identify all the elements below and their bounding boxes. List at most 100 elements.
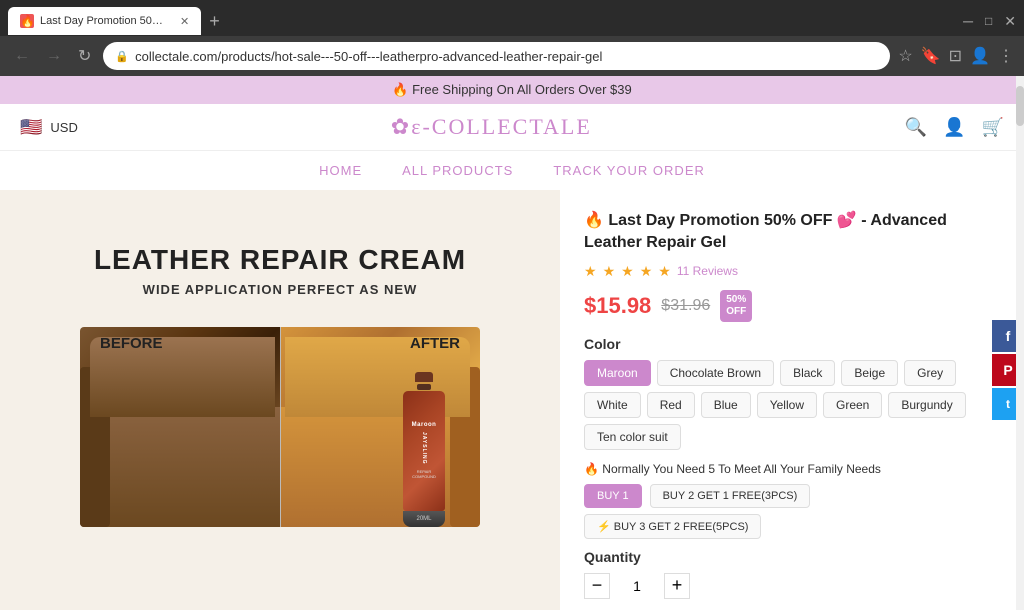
facebook-icon: f: [1006, 328, 1011, 344]
quantity-section: Quantity − 1 +: [584, 549, 1000, 599]
bundle-section: 🔥 Normally You Need 5 To Meet All Your F…: [584, 462, 1000, 539]
sofa-restored-side: [280, 327, 480, 527]
window-close[interactable]: ✕: [1004, 13, 1016, 30]
sofa-worn-side: [80, 327, 280, 527]
star-1: ★: [584, 263, 597, 280]
refresh-button[interactable]: ↻: [74, 42, 95, 70]
color-chocolate-brown[interactable]: Chocolate Brown: [657, 360, 774, 386]
window-minimize[interactable]: ─: [963, 13, 973, 29]
bundle-buy1[interactable]: BUY 1: [584, 484, 642, 508]
quantity-value: 1: [622, 578, 652, 594]
title-text: Last Day Promotion 50% OFF 💕 - Advanced …: [584, 212, 947, 251]
after-label: AFTER: [410, 335, 460, 352]
review-count[interactable]: 11 Reviews: [677, 264, 738, 278]
color-yellow[interactable]: Yellow: [757, 392, 817, 418]
nav-all-products[interactable]: ALL PRODUCTS: [402, 163, 513, 178]
currency-label: USD: [50, 120, 77, 135]
extension-icon[interactable]: ⊡: [949, 46, 962, 66]
discount-text: 50%: [726, 294, 746, 306]
tube-volume: 20ML: [403, 511, 445, 527]
product-tube: Maroon JAYSLING REPAIR COMPOUND 20ML: [403, 372, 445, 527]
product-image-title: LEATHER REPAIR CREAM: [80, 244, 480, 276]
product-image-inner: LEATHER REPAIR CREAM WIDE APPLICATION PE…: [80, 244, 480, 557]
color-blue[interactable]: Blue: [701, 392, 751, 418]
toolbar-icons: ☆ 🔖 ⊡ 👤 ⋮: [898, 46, 1014, 66]
bundle-promo-label: Normally You Need 5 To Meet All Your Fam…: [602, 462, 881, 476]
color-white[interactable]: White: [584, 392, 641, 418]
menu-icon[interactable]: ⋮: [998, 46, 1014, 66]
quantity-label: Quantity: [584, 549, 1000, 565]
tab-close-button[interactable]: ✕: [180, 15, 189, 28]
price-current: $15.98: [584, 293, 651, 319]
divider: [280, 327, 281, 527]
tube-subtitle: REPAIR COMPOUND: [407, 469, 441, 479]
header-icons: 🔍 👤 🛒: [905, 117, 1004, 138]
quantity-row: − 1 +: [584, 573, 1000, 599]
new-tab-button[interactable]: +: [201, 11, 228, 32]
tube-bottom: 20ML: [403, 511, 445, 527]
tab-bar: 🔥 Last Day Promotion 50% Off! ✕ + ─ □ ✕: [0, 0, 1024, 36]
star-icon[interactable]: ☆: [898, 46, 912, 66]
color-label: Color: [584, 336, 1000, 352]
rating-row: ★ ★ ★ ★ ★ 11 Reviews: [584, 263, 1000, 280]
bundle-buy2-get1[interactable]: BUY 2 GET 1 FREE(3PCS): [650, 484, 811, 508]
color-beige[interactable]: Beige: [841, 360, 898, 386]
tube-brand-text: Maroon: [412, 422, 437, 428]
color-ten-color[interactable]: Ten color suit: [584, 424, 681, 450]
twitter-icon: t: [1006, 397, 1010, 411]
site-header: 🇺🇸 USD ✿ε-COLLECTALE 🔍 👤 🛒: [0, 104, 1024, 151]
address-bar[interactable]: 🔒 collectale.com/products/hot-sale---50-…: [103, 42, 890, 70]
search-icon[interactable]: 🔍: [905, 117, 927, 138]
price-row: $15.98 $31.96 50% OFF: [584, 290, 1000, 322]
site-nav: HOME ALL PRODUCTS TRACK YOUR ORDER: [0, 151, 1024, 190]
flag-icon: 🇺🇸: [20, 117, 42, 138]
color-options: Maroon Chocolate Brown Black Beige Grey …: [584, 360, 1000, 450]
profile-icon[interactable]: 👤: [970, 46, 990, 66]
quantity-increase-button[interactable]: +: [664, 573, 690, 599]
pinterest-icon: P: [1003, 362, 1012, 378]
product-image-section: LEATHER REPAIR CREAM WIDE APPLICATION PE…: [0, 190, 560, 610]
discount-badge: 50% OFF: [720, 290, 752, 322]
before-label: BEFORE: [100, 335, 163, 352]
nav-home[interactable]: HOME: [319, 163, 362, 178]
window-maximize[interactable]: □: [985, 14, 992, 28]
color-red[interactable]: Red: [647, 392, 695, 418]
bundle-options-row1: BUY 1 BUY 2 GET 1 FREE(3PCS): [584, 484, 1000, 508]
color-burgundy[interactable]: Burgundy: [888, 392, 965, 418]
product-title: 🔥 Last Day Promotion 50% OFF 💕 - Advance…: [584, 210, 1000, 255]
site-logo[interactable]: ✿ε-COLLECTALE: [391, 114, 592, 140]
forward-button[interactable]: →: [42, 43, 66, 69]
color-grey[interactable]: Grey: [904, 360, 956, 386]
nav-track-order[interactable]: TRACK YOUR ORDER: [553, 163, 705, 178]
browser-toolbar: ← → ↻ 🔒 collectale.com/products/hot-sale…: [0, 36, 1024, 76]
color-green[interactable]: Green: [823, 392, 882, 418]
logo-text: ✿ε-COLLECTALE: [391, 114, 592, 139]
bundle-promo-text: 🔥 Normally You Need 5 To Meet All Your F…: [584, 462, 1000, 476]
product-detail-section: 🔥 Last Day Promotion 50% OFF 💕 - Advance…: [560, 190, 1024, 610]
color-maroon[interactable]: Maroon: [584, 360, 651, 386]
browser-tab[interactable]: 🔥 Last Day Promotion 50% Off! ✕: [8, 7, 201, 35]
fire-icon: 🔥: [584, 212, 604, 229]
account-icon[interactable]: 👤: [943, 117, 965, 138]
quantity-decrease-button[interactable]: −: [584, 573, 610, 599]
promo-text: 🔥 Free Shipping On All Orders Over $39: [392, 82, 631, 97]
product-image-subtitle: WIDE APPLICATION PERFECT AS NEW: [80, 282, 480, 297]
tab-title: Last Day Promotion 50% Off!: [40, 15, 170, 27]
before-after-container: BEFORE AFTER: [80, 327, 480, 557]
color-black[interactable]: Black: [780, 360, 835, 386]
main-content: LEATHER REPAIR CREAM WIDE APPLICATION PE…: [0, 190, 1024, 610]
cart-icon[interactable]: 🛒: [982, 117, 1004, 138]
bundle-options-row2: ⚡ BUY 3 GET 2 FREE(5PCS): [584, 514, 1000, 539]
price-original: $31.96: [661, 297, 710, 315]
sofa-image: Maroon JAYSLING REPAIR COMPOUND 20ML: [80, 327, 480, 527]
discount-off: OFF: [726, 306, 746, 318]
bundle-fire-icon: 🔥: [584, 462, 599, 476]
back-button[interactable]: ←: [10, 43, 34, 69]
bundle-buy3-get2[interactable]: ⚡ BUY 3 GET 2 FREE(5PCS): [584, 514, 761, 539]
url-text: collectale.com/products/hot-sale---50-of…: [135, 49, 878, 64]
tab-favicon: 🔥: [20, 14, 34, 28]
star-3: ★: [621, 263, 634, 280]
bookmark-icon[interactable]: 🔖: [921, 46, 941, 66]
page-content: 🔥 Free Shipping On All Orders Over $39 🇺…: [0, 76, 1024, 610]
currency-selector[interactable]: 🇺🇸 USD: [20, 117, 78, 138]
